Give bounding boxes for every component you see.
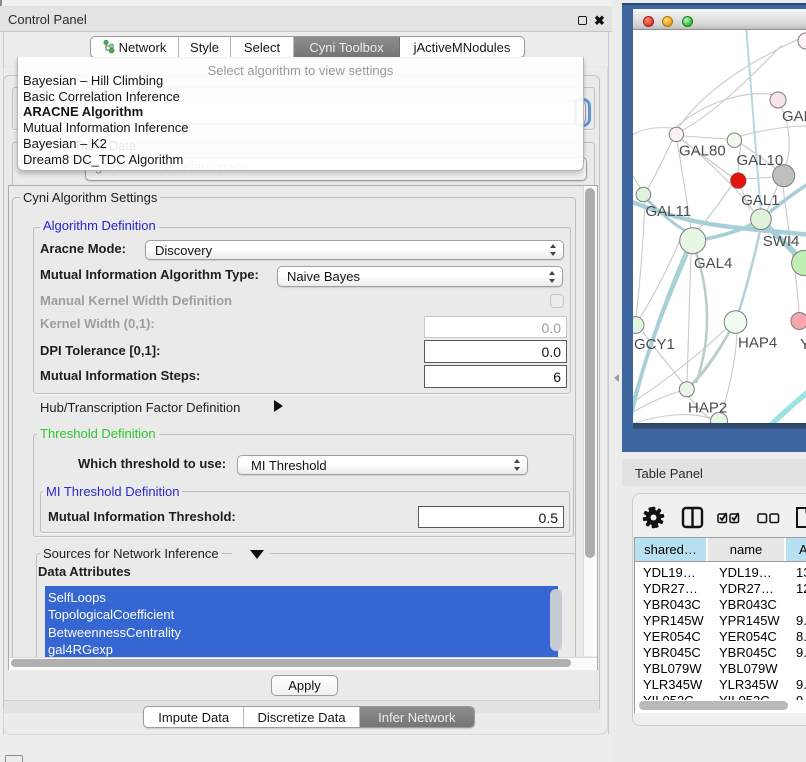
svg-text:GAL1: GAL1 xyxy=(741,192,779,209)
svg-text:GCY1: GCY1 xyxy=(634,336,675,353)
svg-text:GAL10: GAL10 xyxy=(737,152,784,169)
svg-text:Y: Y xyxy=(800,336,806,353)
svg-text:HAP4: HAP4 xyxy=(738,335,777,352)
svg-text:GAL11: GAL11 xyxy=(646,203,692,220)
svg-text:GAL: GAL xyxy=(782,108,806,125)
svg-text:GAL80: GAL80 xyxy=(679,143,726,160)
svg-text:HAP2: HAP2 xyxy=(688,399,727,416)
svg-text:SWI4: SWI4 xyxy=(763,233,800,250)
svg-text:GAL4: GAL4 xyxy=(694,255,732,272)
